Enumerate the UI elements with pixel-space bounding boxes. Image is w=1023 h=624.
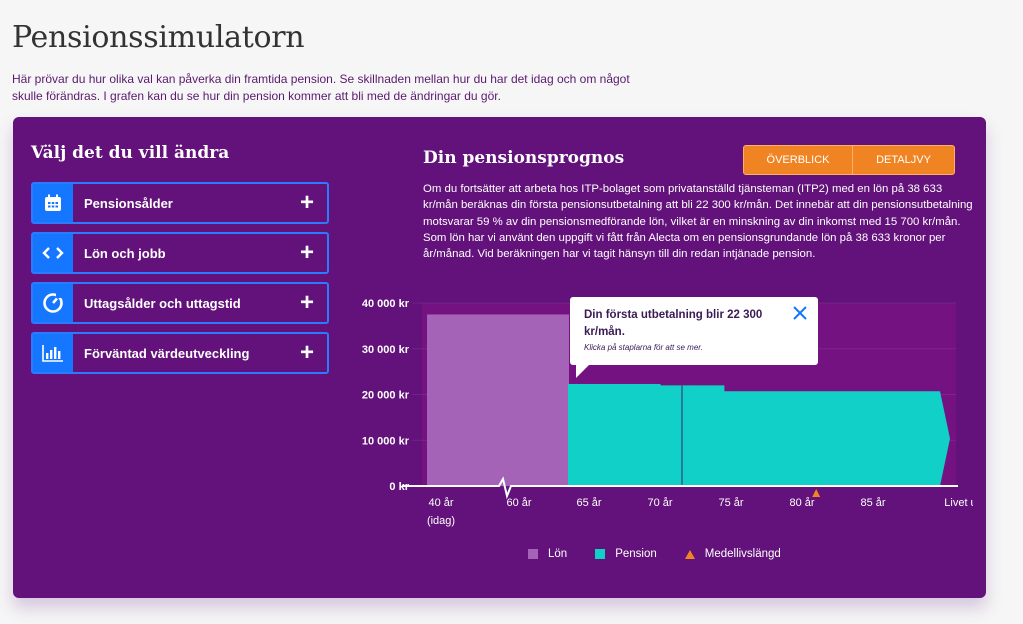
plus-icon[interactable]: + [287, 184, 327, 222]
legend-item-lon: Lön [528, 548, 567, 560]
option-label: Lön och jobb [84, 245, 166, 261]
plus-icon[interactable]: + [287, 234, 327, 272]
x-tick-label: Livet ut [944, 497, 973, 509]
x-tick-label: 65 år [576, 497, 601, 509]
legend-label: Pension [615, 548, 657, 560]
bar-pension [660, 385, 696, 486]
forecast-title: Din pensionsprognos [423, 148, 625, 168]
tooltip-title: Din första utbetalning blir 22 300 kr/må… [584, 309, 763, 338]
triangle-marker-icon [684, 549, 695, 559]
gauge-icon [33, 284, 73, 322]
x-tick-label: 70 år [647, 497, 672, 509]
bar-pension [568, 383, 661, 486]
option-vardeutveckling[interactable]: Förväntad värdeutveckling + [31, 332, 329, 374]
plus-icon[interactable]: + [287, 284, 327, 322]
plus-icon[interactable]: + [287, 334, 327, 372]
code-brackets-icon [33, 234, 73, 272]
simulator-card: Välj det du vill ändra Pensionsålder + L… [13, 117, 986, 598]
option-pensionsalder[interactable]: Pensionsålder + [31, 182, 329, 224]
y-tick-label: 30 000 kr [362, 344, 410, 356]
view-toggle: ÖVERBLICK DETALJVY [743, 145, 955, 175]
legend-item-pension: Pension [595, 548, 657, 560]
legend-label: Medellivslängd [704, 548, 781, 560]
page-title: Pensionssimulatorn [12, 20, 305, 55]
option-label: Förväntad värdeutveckling [84, 345, 250, 361]
y-tick-label: 10 000 kr [362, 435, 410, 447]
y-tick-label: 40 000 kr [362, 298, 410, 310]
calendar-icon [33, 184, 73, 222]
bar-pension [723, 391, 950, 486]
chart-legend: Lön Pension Medellivslängd [528, 548, 809, 560]
option-uttagsalder[interactable]: Uttagsålder och uttagstid + [31, 282, 329, 324]
legend-label: Lön [548, 548, 568, 560]
legend-swatch-pension [595, 549, 606, 559]
x-tick-label: 85 år [860, 497, 885, 509]
close-icon[interactable] [792, 305, 808, 321]
x-tick-label: 80 år [789, 497, 814, 509]
detail-view-button[interactable]: DETALJVY [852, 145, 955, 175]
y-tick-label: 20 000 kr [362, 390, 410, 402]
option-label: Pensionsålder [84, 195, 173, 211]
tooltip-subtitle: Klicka på staplarna för att se mer. [584, 343, 703, 352]
medellivslangd-marker [812, 489, 821, 497]
bar-pension [695, 385, 725, 486]
options-title: Välj det du vill ändra [31, 143, 230, 163]
x-tick-label: 40 år [428, 497, 453, 509]
x-tick-label: 60 år [506, 497, 531, 509]
overview-button[interactable]: ÖVERBLICK [743, 145, 853, 175]
bar-lon [427, 314, 569, 486]
option-label: Uttagsålder och uttagstid [84, 295, 241, 311]
forecast-description: Om du fortsätter att arbeta hos ITP-bola… [423, 183, 973, 261]
bar-chart-icon [33, 334, 73, 372]
legend-item-medellivslangd: Medellivslängd [684, 548, 781, 560]
legend-swatch-lon [528, 549, 538, 559]
tooltip-pointer [576, 364, 590, 378]
option-lon-och-jobb[interactable]: Lön och jobb + [31, 232, 329, 274]
x-tick-sublabel: (idag) [427, 515, 455, 527]
first-payment-tooltip: Din första utbetalning blir 22 300 kr/må… [570, 297, 818, 378]
x-tick-label: 75 år [718, 497, 743, 509]
intro-text: Här prövar du hur olika val kan påverka … [12, 72, 630, 103]
